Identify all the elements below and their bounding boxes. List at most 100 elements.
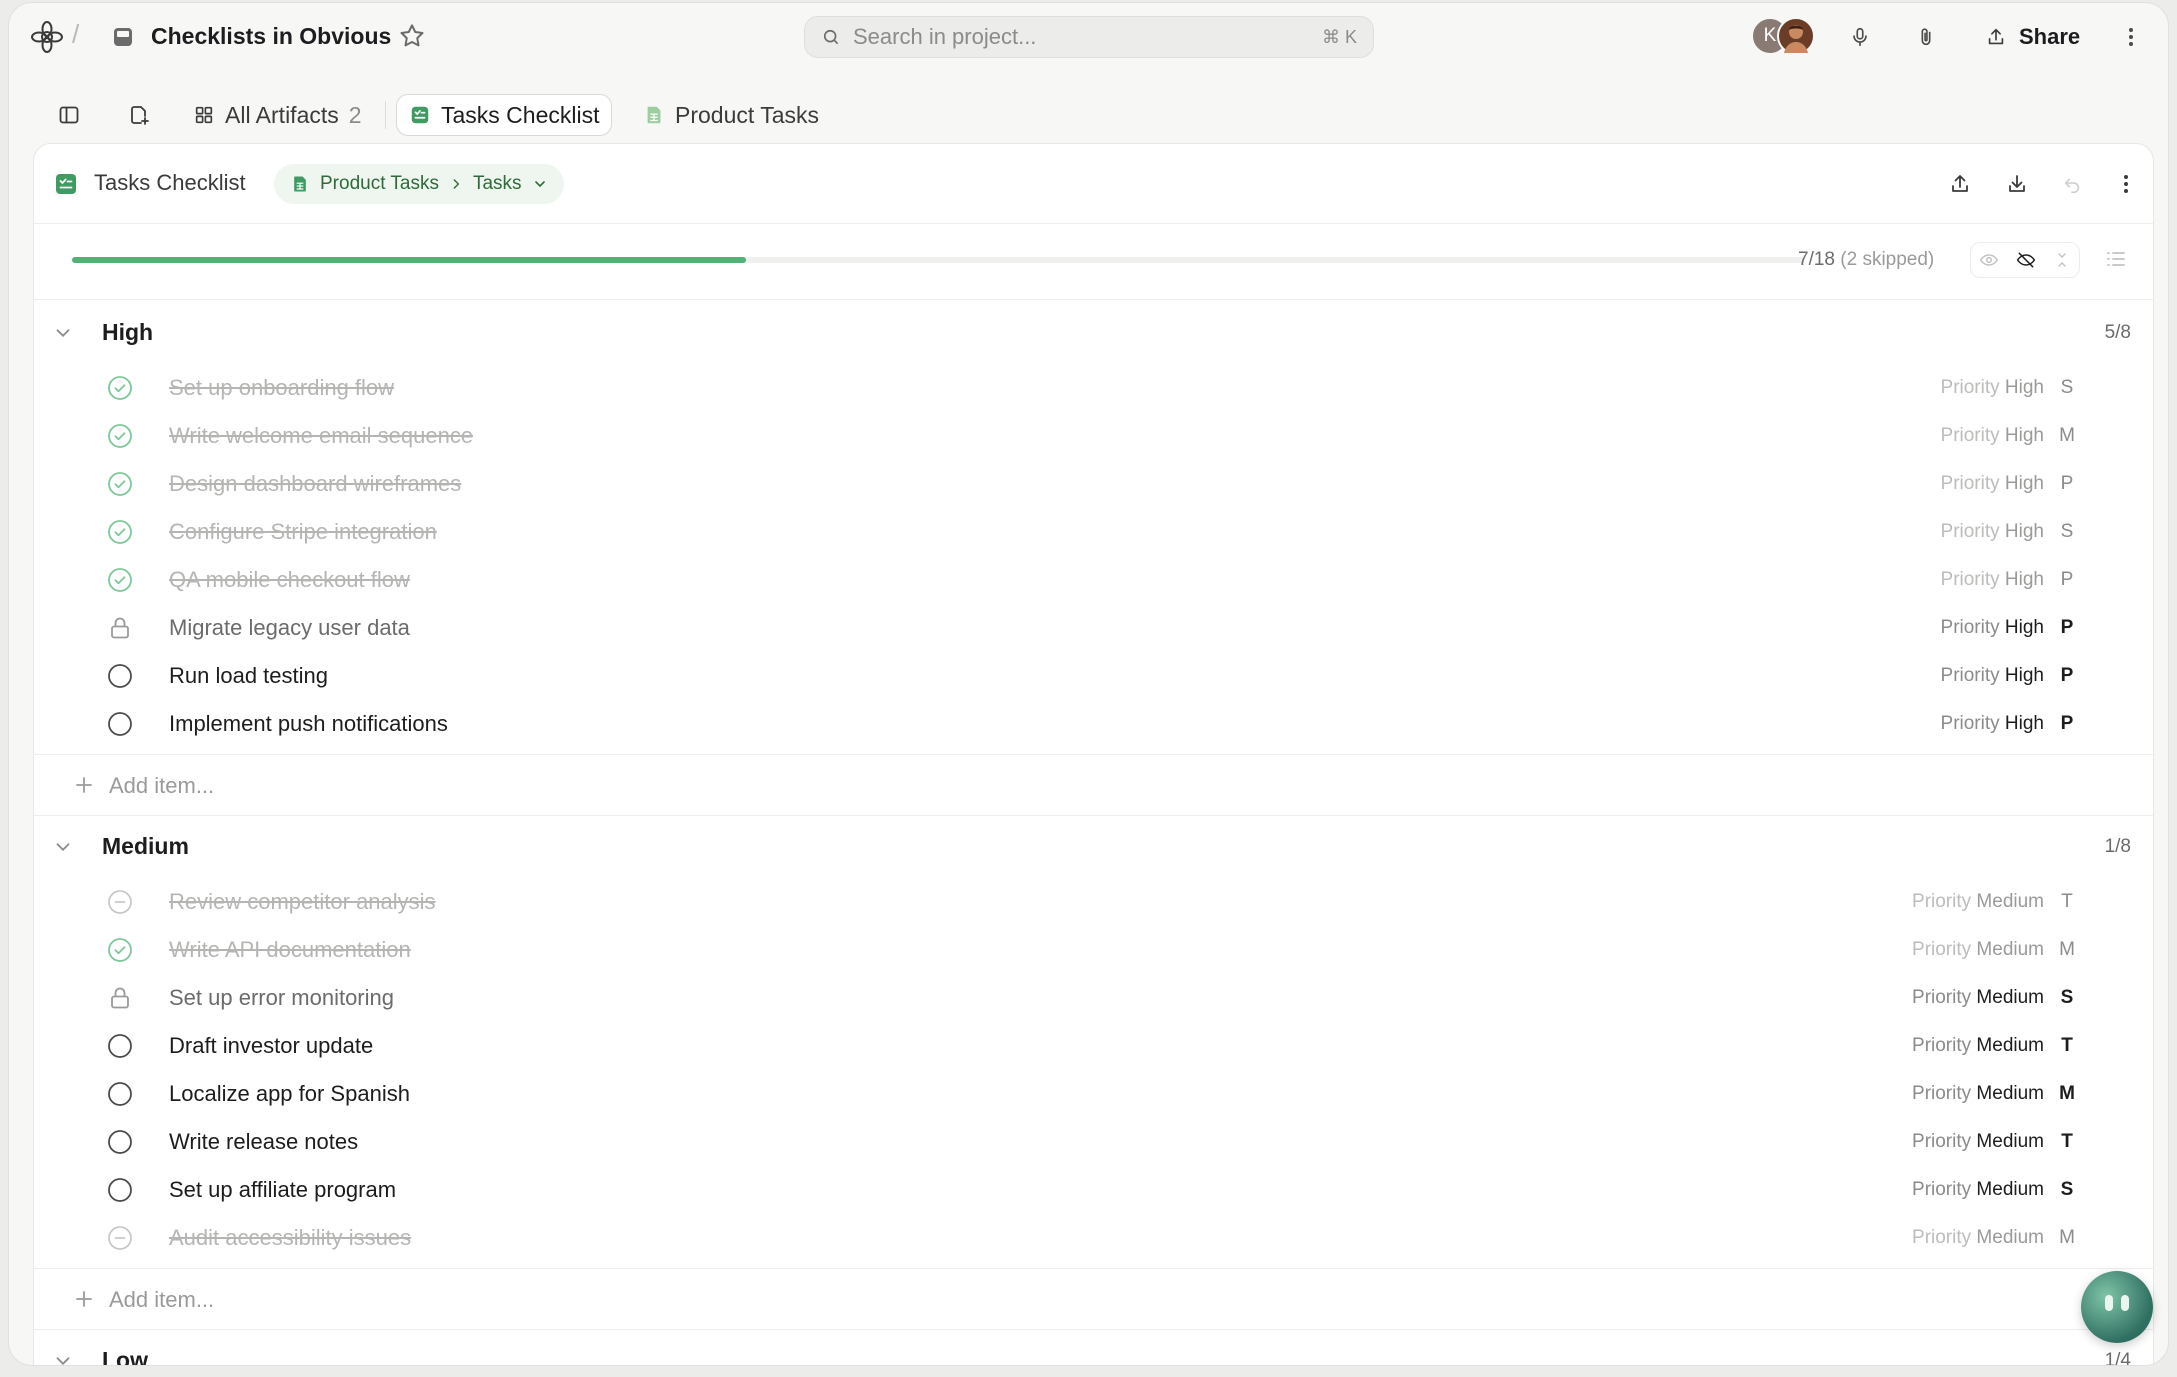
item-priority[interactable]: Priority Medium xyxy=(1912,1083,2044,1105)
item-priority[interactable]: Priority High xyxy=(1941,377,2044,399)
item-text[interactable]: Write welcome email sequence xyxy=(169,423,473,449)
empty-circle-icon[interactable] xyxy=(106,662,134,690)
group-header[interactable]: Low 1/4 xyxy=(34,1330,2153,1365)
item-priority[interactable]: Priority Medium xyxy=(1912,939,2044,961)
list-item[interactable]: Set up affiliate program Priority Medium S xyxy=(34,1166,2153,1214)
list-view-icon[interactable] xyxy=(2104,247,2132,275)
empty-circle-icon[interactable] xyxy=(106,1128,134,1156)
item-priority[interactable]: Priority Medium xyxy=(1912,1035,2044,1057)
item-assignee[interactable]: P xyxy=(2057,569,2077,591)
check-circle-icon[interactable] xyxy=(106,374,134,402)
item-assignee[interactable]: P xyxy=(2057,617,2077,639)
list-item[interactable]: Write API documentation Priority Medium M xyxy=(34,926,2153,974)
list-item[interactable]: Implement push notifications Priority Hig… xyxy=(34,700,2153,748)
item-text[interactable]: Set up error monitoring xyxy=(169,985,394,1011)
list-item[interactable]: Design dashboard wireframes Priority High… xyxy=(34,460,2153,508)
list-item[interactable]: Write release notes Priority Medium T xyxy=(34,1118,2153,1166)
list-item[interactable]: Set up onboarding flow Priority High S xyxy=(34,364,2153,412)
list-item[interactable]: Run load testing Priority High P xyxy=(34,652,2153,700)
group-header[interactable]: Medium 1/8 xyxy=(34,816,2153,878)
list-item[interactable]: Set up error monitoring Priority Medium S xyxy=(34,974,2153,1022)
check-circle-icon[interactable] xyxy=(106,470,134,498)
list-item[interactable]: Review competitor analysis Priority Mediu… xyxy=(34,878,2153,926)
check-circle-icon[interactable] xyxy=(106,518,134,546)
chevron-down-icon[interactable] xyxy=(532,176,548,192)
item-priority[interactable]: Priority Medium xyxy=(1912,987,2044,1009)
item-assignee[interactable]: S xyxy=(2057,377,2077,399)
app-logo-icon[interactable] xyxy=(29,19,65,55)
item-assignee[interactable]: P xyxy=(2057,473,2077,495)
project-title[interactable]: Checklists in Obvious xyxy=(151,23,391,50)
tab-tasks-checklist[interactable]: Tasks Checklist xyxy=(396,94,613,136)
avatar-photo[interactable] xyxy=(1777,17,1815,55)
item-text[interactable]: Run load testing xyxy=(169,663,328,689)
item-priority[interactable]: Priority Medium xyxy=(1912,1131,2044,1153)
chevron-down-icon[interactable] xyxy=(52,836,74,858)
item-priority[interactable]: Priority Medium xyxy=(1912,1227,2044,1249)
item-priority[interactable]: Priority Medium xyxy=(1912,1179,2044,1201)
item-assignee[interactable]: T xyxy=(2057,1035,2077,1057)
add-item-row[interactable]: Add item... xyxy=(34,1268,2153,1330)
check-circle-icon[interactable] xyxy=(106,422,134,450)
item-assignee[interactable]: S xyxy=(2057,1179,2077,1201)
attach-button[interactable] xyxy=(1901,16,1951,58)
item-priority[interactable]: Priority High xyxy=(1941,569,2044,591)
search-bar[interactable]: Search in project... ⌘ K xyxy=(804,16,1374,58)
sidebar-toggle-icon[interactable] xyxy=(53,99,85,131)
collaborator-avatars[interactable]: K xyxy=(1751,17,1821,57)
item-text[interactable]: Design dashboard wireframes xyxy=(169,471,461,497)
item-assignee[interactable]: P xyxy=(2057,713,2077,735)
item-assignee[interactable]: M xyxy=(2057,1227,2077,1249)
search-input[interactable]: Search in project... xyxy=(853,24,1310,50)
chevron-down-icon[interactable] xyxy=(52,322,74,344)
add-item-row[interactable]: Add item... xyxy=(34,754,2153,816)
more-options-button[interactable] xyxy=(2109,16,2153,58)
list-item[interactable]: Localize app for Spanish Priority Medium M xyxy=(34,1070,2153,1118)
breadcrumb-parent[interactable]: Product Tasks xyxy=(320,173,439,195)
item-text[interactable]: Localize app for Spanish xyxy=(169,1081,410,1107)
item-priority[interactable]: Priority High xyxy=(1941,617,2044,639)
chevron-down-icon[interactable] xyxy=(52,1350,74,1365)
item-text[interactable]: Set up affiliate program xyxy=(169,1177,396,1203)
assistant-button[interactable] xyxy=(2081,1271,2153,1343)
tab-all-artifacts[interactable]: All Artifacts 2 xyxy=(181,94,374,136)
new-artifact-icon[interactable] xyxy=(123,99,155,131)
breadcrumb-child[interactable]: Tasks xyxy=(473,173,522,195)
item-assignee[interactable]: T xyxy=(2057,1131,2077,1153)
export-button[interactable] xyxy=(1944,168,1976,200)
item-text[interactable]: Set up onboarding flow xyxy=(169,375,394,401)
list-item[interactable]: Audit accessibility issues Priority Mediu… xyxy=(34,1214,2153,1262)
list-item[interactable]: Migrate legacy user data Priority High P xyxy=(34,604,2153,652)
list-item[interactable]: Draft investor update Priority Medium T xyxy=(34,1022,2153,1070)
check-circle-icon[interactable] xyxy=(106,566,134,594)
skip-circle-icon[interactable] xyxy=(106,888,134,916)
item-assignee[interactable]: M xyxy=(2057,939,2077,961)
empty-circle-icon[interactable] xyxy=(106,1080,134,1108)
download-button[interactable] xyxy=(2001,168,2033,200)
panel-more-button[interactable] xyxy=(2110,168,2142,200)
item-text[interactable]: Implement push notifications xyxy=(169,711,448,737)
item-text[interactable]: Write release notes xyxy=(169,1129,358,1155)
item-priority[interactable]: Priority High xyxy=(1941,665,2044,687)
list-item[interactable]: Write welcome email sequence Priority Hig… xyxy=(34,412,2153,460)
star-icon[interactable] xyxy=(397,21,427,51)
item-assignee[interactable]: M xyxy=(2057,425,2077,447)
eye-icon[interactable] xyxy=(1979,250,1999,270)
empty-circle-icon[interactable] xyxy=(106,1032,134,1060)
item-priority[interactable]: Priority High xyxy=(1941,713,2044,735)
source-breadcrumb[interactable]: Product Tasks Tasks xyxy=(274,164,564,204)
collapse-icon[interactable] xyxy=(2053,251,2071,269)
tab-product-tasks[interactable]: Product Tasks xyxy=(631,94,831,136)
item-priority[interactable]: Priority High xyxy=(1941,521,2044,543)
empty-circle-icon[interactable] xyxy=(106,1176,134,1204)
item-priority[interactable]: Priority Medium xyxy=(1912,891,2044,913)
item-priority[interactable]: Priority High xyxy=(1941,473,2044,495)
add-item-input[interactable]: Add item... xyxy=(109,773,214,799)
skip-circle-icon[interactable] xyxy=(106,1224,134,1252)
item-assignee[interactable]: S xyxy=(2057,521,2077,543)
eye-off-icon[interactable] xyxy=(2016,250,2036,270)
item-assignee[interactable]: S xyxy=(2057,987,2077,1009)
item-text[interactable]: Review competitor analysis xyxy=(169,889,436,915)
lock-icon[interactable] xyxy=(106,614,134,642)
microphone-button[interactable] xyxy=(1835,16,1885,58)
